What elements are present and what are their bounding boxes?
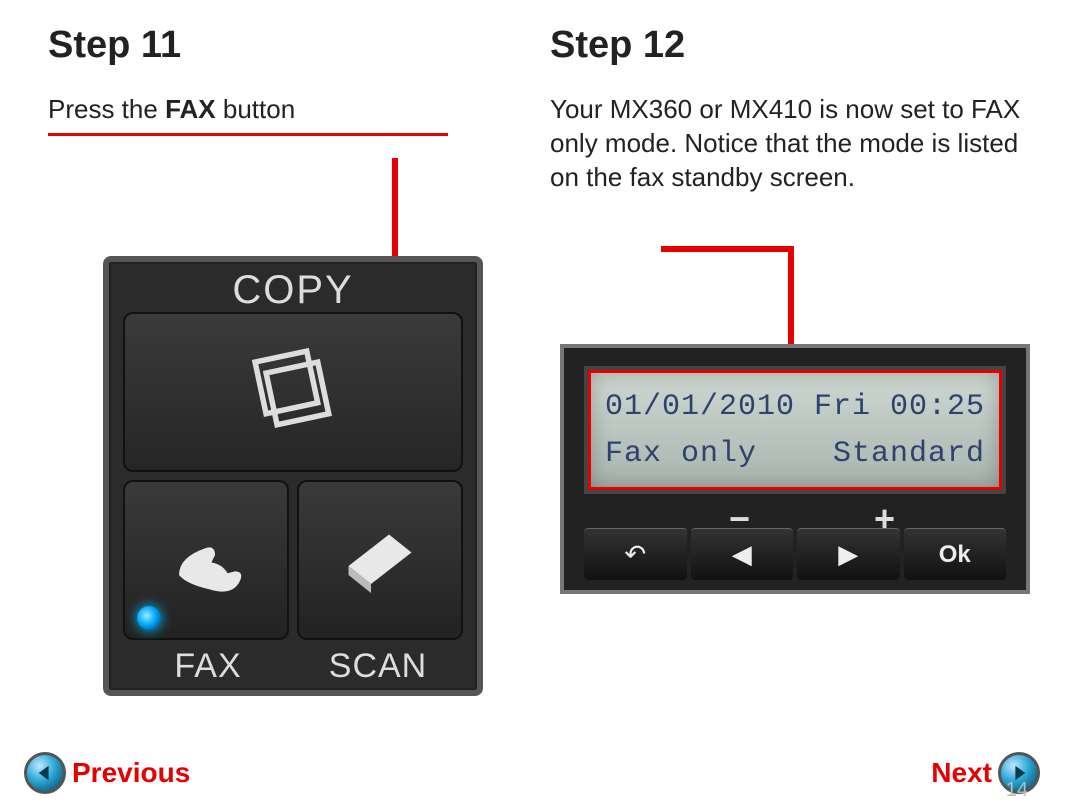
right-key: ▶ (797, 528, 900, 580)
lcd-time: 00:25 (890, 390, 985, 424)
pager-footer: Previous Next (24, 752, 1040, 794)
step-12-body: Your MX360 or MX410 is now set to FAX on… (550, 93, 1032, 194)
previous-label: Previous (72, 757, 190, 789)
fax-button (123, 480, 289, 640)
left-key: ◀ (691, 528, 794, 580)
triangle-left-icon: ◀ (732, 539, 752, 570)
instruction-prefix: Press the (48, 94, 165, 124)
printer-button-panel-photo: COPY (103, 256, 483, 696)
fax-phone-icon (161, 512, 251, 607)
ok-key: Ok (904, 528, 1007, 580)
nav-key-row: ↶ ◀ ▶ Ok (584, 500, 1006, 580)
copy-stack-icon (238, 334, 348, 449)
copy-label: COPY (109, 262, 477, 313)
scan-button (297, 480, 463, 640)
step-11-instruction: Press the FAX button (48, 93, 448, 136)
fax-label: FAX (123, 647, 293, 686)
lcd-date: 01/01/2010 (605, 390, 795, 424)
step-11-column: Step 11 Press the FAX button COPY (48, 24, 540, 810)
back-key: ↶ (584, 528, 687, 580)
instruction-suffix: button (216, 94, 296, 124)
lcd-mode: Fax only (605, 437, 757, 471)
previous-circle-icon (24, 752, 66, 794)
step-12-column: Step 12 Your MX360 or MX410 is now set t… (540, 24, 1032, 810)
triangle-right-icon: ▶ (838, 539, 858, 570)
step-11-title: Step 11 (48, 24, 520, 67)
back-arrow-icon: ↶ (624, 539, 646, 570)
scan-flatbed-icon (335, 512, 425, 607)
instruction-bold: FAX (165, 94, 216, 124)
scan-label: SCAN (293, 647, 463, 686)
previous-button[interactable]: Previous (24, 752, 190, 794)
copy-button (123, 312, 463, 472)
lcd-day: Fri (814, 390, 871, 424)
lcd-quality: Standard (833, 437, 985, 471)
step-12-title: Step 12 (550, 24, 1032, 67)
lcd-screen: 01/01/2010 Fri 00:25 Fax only Standard (588, 370, 1002, 490)
next-label: Next (931, 757, 992, 789)
printer-lcd-photo: 01/01/2010 Fri 00:25 Fax only Standard −… (560, 344, 1030, 594)
fax-led-indicator (137, 606, 161, 630)
page-number: 14 (1006, 779, 1028, 802)
page: Step 11 Press the FAX button COPY (0, 0, 1080, 810)
